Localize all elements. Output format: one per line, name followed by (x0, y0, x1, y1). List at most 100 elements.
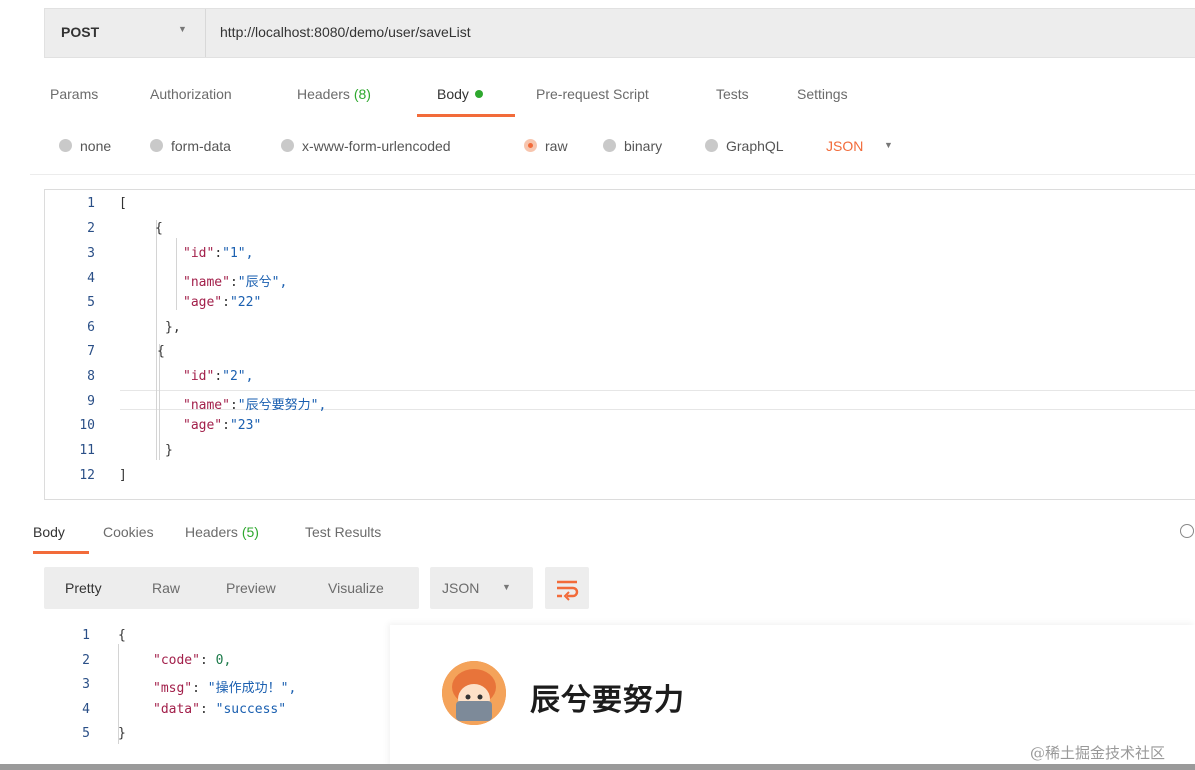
code-line: "id":"2", (183, 369, 254, 384)
line-number: 6 (87, 320, 95, 335)
tab-label: Body (437, 86, 469, 102)
code-line: [ (119, 196, 127, 211)
line-number: 1 (87, 196, 95, 211)
caret-down-icon: ▼ (178, 24, 187, 34)
radio-none[interactable]: none (59, 138, 111, 154)
code-line: "age":"22" (183, 295, 262, 310)
method-select[interactable]: POST ▼ (45, 9, 206, 57)
tab-authorization[interactable]: Authorization (150, 86, 232, 102)
line-number: 4 (87, 271, 95, 286)
tab-pre-request-script[interactable]: Pre-request Script (536, 86, 649, 102)
line-number: 1 (82, 628, 90, 643)
active-tab-underline (417, 114, 515, 117)
tab-response-headers[interactable]: Headers (5) (185, 524, 259, 540)
wrap-icon (557, 580, 579, 601)
response-view-toggle: Pretty Raw Preview Visualize (44, 567, 419, 609)
line-number: 3 (87, 246, 95, 261)
tab-settings[interactable]: Settings (797, 86, 848, 102)
code-line: { (155, 221, 163, 236)
tab-response-body[interactable]: Body (33, 524, 65, 540)
avatar-image (442, 661, 506, 725)
code-line: "data": "success" (153, 702, 287, 717)
body-format-select[interactable]: JSON (826, 138, 863, 154)
active-tab-underline (33, 551, 89, 554)
tab-label: Tests (716, 86, 749, 102)
tab-params[interactable]: Params (50, 86, 98, 102)
code-line: ] (119, 468, 127, 483)
line-number: 2 (82, 653, 90, 668)
indent-guide (159, 344, 160, 460)
radio-selected-icon (524, 139, 537, 152)
view-preview[interactable]: Preview (226, 580, 276, 596)
tab-body[interactable]: Body (437, 86, 483, 102)
code-line: "msg": "操作成功！", (153, 681, 297, 696)
line-number: 5 (87, 295, 95, 310)
response-tabs: Body Cookies Headers (5) Test Results (0, 524, 1195, 554)
radio-circle-icon (705, 139, 718, 152)
line-number: 2 (87, 221, 95, 236)
format-label: JSON (442, 580, 480, 596)
radio-form-data[interactable]: form-data (150, 138, 231, 154)
radio-label: form-data (171, 138, 231, 154)
tab-label: Params (50, 86, 99, 102)
radio-circle-icon (603, 139, 616, 152)
divider (30, 174, 1195, 175)
radio-x-www-form-urlencoded[interactable]: x-www-form-urlencoded (281, 138, 451, 154)
line-number: 10 (79, 418, 95, 433)
tab-tests[interactable]: Tests (716, 86, 749, 102)
radio-raw[interactable]: raw (524, 138, 568, 154)
code-line: } (118, 726, 126, 741)
line-number: 9 (87, 394, 95, 409)
tab-cookies[interactable]: Cookies (103, 524, 154, 540)
request-tabs: Params Authorization Headers (8) Body Pr… (0, 86, 1195, 120)
headers-count: (8) (353, 86, 371, 102)
code-line: { (118, 628, 126, 643)
headers-count: (5) (241, 524, 259, 540)
indent-guide (176, 238, 177, 310)
caret-down-icon: ▼ (884, 140, 893, 150)
radio-circle-icon (281, 139, 294, 152)
tab-label: Headers (185, 524, 238, 540)
code-line: "age":"23" (183, 418, 262, 433)
line-number: 7 (87, 344, 95, 359)
code-line: } (165, 443, 173, 458)
tab-label: Headers (297, 86, 350, 102)
view-raw[interactable]: Raw (152, 580, 180, 596)
indent-guide (156, 220, 157, 460)
wrap-lines-button[interactable] (545, 567, 589, 609)
tab-label: Test Results (305, 524, 382, 540)
tab-label: Body (33, 524, 65, 540)
line-number: 5 (82, 726, 90, 741)
view-visualize[interactable]: Visualize (328, 580, 384, 596)
request-body-editor[interactable]: 1 2 3 4 5 6 7 8 9 10 11 12 [ { "id":"1",… (44, 189, 1195, 500)
radio-circle-icon (59, 139, 72, 152)
globe-icon[interactable] (1180, 524, 1194, 538)
code-line: "name":"辰兮要努力", (183, 398, 327, 413)
caret-down-icon: ▼ (502, 582, 511, 592)
radio-circle-icon (150, 139, 163, 152)
response-body-editor[interactable]: 1 2 3 4 5 { "code": 0, "msg": "操作成功！", "… (0, 622, 390, 762)
radio-graphql[interactable]: GraphQL (705, 138, 784, 154)
tab-test-results[interactable]: Test Results (305, 524, 381, 540)
code-line: }, (165, 320, 181, 335)
bottom-border (0, 764, 1195, 770)
line-number: 8 (87, 369, 95, 384)
radio-binary[interactable]: binary (603, 138, 662, 154)
status-dot-icon (474, 90, 483, 98)
tab-label: Authorization (150, 86, 232, 102)
code-line: "id":"1", (183, 246, 254, 261)
line-number: 11 (79, 443, 95, 458)
line-number: 4 (82, 702, 90, 717)
code-line: { (157, 344, 165, 359)
radio-label: none (80, 138, 112, 154)
url-input[interactable]: http://localhost:8080/demo/user/saveList (220, 24, 471, 40)
tab-headers[interactable]: Headers (8) (297, 86, 371, 102)
author-name: 辰兮要努力 (530, 684, 685, 717)
view-pretty[interactable]: Pretty (65, 580, 102, 596)
line-number: 3 (82, 677, 90, 692)
response-format-select[interactable]: JSON ▼ (430, 567, 533, 609)
tab-label: Settings (797, 86, 848, 102)
avatar (442, 661, 506, 725)
radio-label: x-www-form-urlencoded (302, 138, 451, 154)
request-bar: POST ▼ http://localhost:8080/demo/user/s… (44, 8, 1195, 58)
